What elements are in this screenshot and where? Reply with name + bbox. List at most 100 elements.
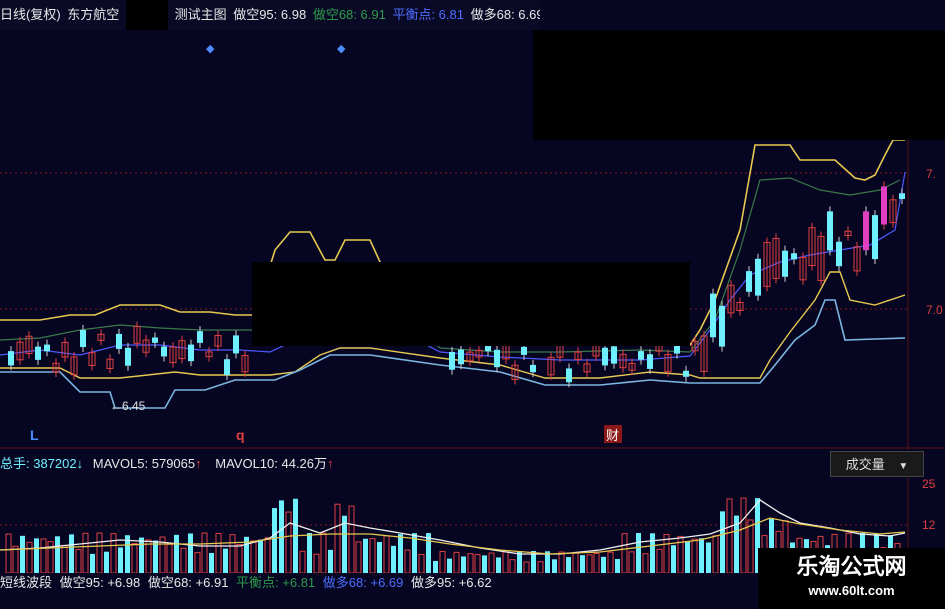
candle-body <box>719 305 725 347</box>
volume-bar <box>139 537 144 573</box>
candle-body <box>44 344 50 352</box>
mavol10: MAVOL10: 44.26万 <box>215 456 328 471</box>
candle-body <box>116 333 122 349</box>
candle-body <box>611 346 617 364</box>
volume-bar <box>628 551 635 573</box>
candle-body <box>791 253 797 260</box>
volume-bar <box>502 551 509 573</box>
candle-body <box>521 346 527 355</box>
volume-bar <box>671 545 676 573</box>
volume-bar <box>34 538 39 573</box>
candle-body <box>827 211 833 251</box>
arrow-up-icon: ↑ <box>327 456 334 471</box>
candle-body <box>755 258 761 296</box>
indicator-name: 测试主图 <box>174 7 227 22</box>
volume-bar <box>391 545 396 573</box>
volume-bar <box>61 544 68 573</box>
volume-bar <box>96 532 103 573</box>
volume-axis-label: 12 <box>922 518 936 532</box>
stock-name: 东方航空 <box>67 7 120 22</box>
volume-bar <box>636 533 641 573</box>
candle-body <box>197 331 203 343</box>
volume-bar <box>236 544 243 573</box>
volume-bar <box>40 538 47 573</box>
candle-body <box>494 349 500 368</box>
volume-bar <box>621 533 628 573</box>
volume-bar <box>328 549 333 573</box>
volume-bar <box>307 533 312 573</box>
bottom-legend: 短线波段 做空95: +6.98 做空68: +6.91 平衡点: +6.81 … <box>0 571 760 595</box>
candle-body <box>80 329 86 348</box>
diamond-marker: ◆ <box>206 43 215 55</box>
candle-body <box>224 359 230 376</box>
volume-bar <box>453 551 460 573</box>
volume-legend: 总手: 387202↓ MAVOL5: 579065↑ MAVOL10: 44.… <box>0 450 945 478</box>
low-price-label: ←6.45 <box>110 399 146 413</box>
candle-body <box>188 344 194 362</box>
volume-bar <box>215 532 222 573</box>
volume-bar <box>209 552 214 573</box>
volume-bar <box>118 547 123 573</box>
cai-marker: 财 <box>606 428 619 443</box>
volume-bar <box>153 540 158 573</box>
volume-bar <box>439 550 446 573</box>
candle-body <box>683 370 689 377</box>
candle-body <box>881 186 887 225</box>
volume-bar <box>320 532 327 573</box>
volume-bar <box>131 542 138 573</box>
volume-axis-label: 25 <box>922 478 936 491</box>
volume-bar <box>691 538 698 573</box>
candle-body <box>638 351 644 360</box>
volume-bar <box>398 534 403 573</box>
volume-bar <box>69 534 74 573</box>
diamond-marker: ◆ <box>337 43 346 55</box>
volume-bar <box>174 534 179 573</box>
volume-bar <box>250 540 257 573</box>
candle-body <box>35 346 41 360</box>
main-legend: 日线(复权) 东方航空 测试主图 做空95: 6.98 做空68: 6.91 平… <box>0 0 540 30</box>
volume-bar <box>607 551 614 573</box>
candle-body <box>710 293 716 338</box>
redaction-mask <box>125 0 168 30</box>
volume-indicator-select[interactable]: 成交量 ▼ <box>830 451 924 477</box>
price-axis-label: 7.0 <box>926 303 943 317</box>
candle-body <box>125 347 131 366</box>
volume-bar <box>110 533 117 573</box>
indicator-name: 短线波段 <box>0 575 53 590</box>
volume-bar <box>258 539 263 573</box>
volume-bar <box>426 533 431 573</box>
volume-bar <box>706 542 711 573</box>
l-marker: L <box>30 427 39 443</box>
volume-bar <box>712 535 719 573</box>
legend-short68: 做空68: 6.91 <box>312 7 386 22</box>
total-volume: 总手: 387202 <box>0 456 77 471</box>
watermark-title: 乐淘公式网 <box>796 554 907 579</box>
period-label[interactable]: 日线(复权) <box>0 7 61 22</box>
legend-balance: 平衡点: +6.81 <box>236 575 316 590</box>
legend-long68: 做多68: +6.69 <box>322 575 404 590</box>
mavol5: MAVOL5: 579065 <box>92 456 196 471</box>
volume-bar <box>229 534 236 573</box>
candle-body <box>647 354 653 369</box>
arrow-down-icon: ↓ <box>76 456 84 471</box>
volume-bar <box>104 551 109 573</box>
volume-bar <box>558 551 565 573</box>
arrow-up-icon: ↑ <box>195 456 202 471</box>
volume-bar <box>285 511 292 573</box>
volume-bar <box>5 533 12 573</box>
price-chart[interactable]: ◆ ◆ ←6.45 L q 财 7. 7.0 <box>0 0 945 450</box>
volume-bar <box>726 498 733 573</box>
candle-body <box>161 346 167 357</box>
volume-bar <box>334 503 341 573</box>
volume-bar <box>75 549 82 573</box>
candle-body <box>233 335 239 354</box>
volume-bar <box>20 535 25 573</box>
volume-bar <box>194 552 201 573</box>
watermark-url: www.60lt.com <box>808 583 895 598</box>
volume-bar <box>188 533 193 573</box>
watermark: 乐淘公式网 www.60lt.com <box>758 548 945 609</box>
candle-body <box>566 368 572 383</box>
volume-bar <box>272 508 277 573</box>
volume-bar <box>166 543 173 573</box>
chevron-down-icon: ▼ <box>898 461 909 472</box>
